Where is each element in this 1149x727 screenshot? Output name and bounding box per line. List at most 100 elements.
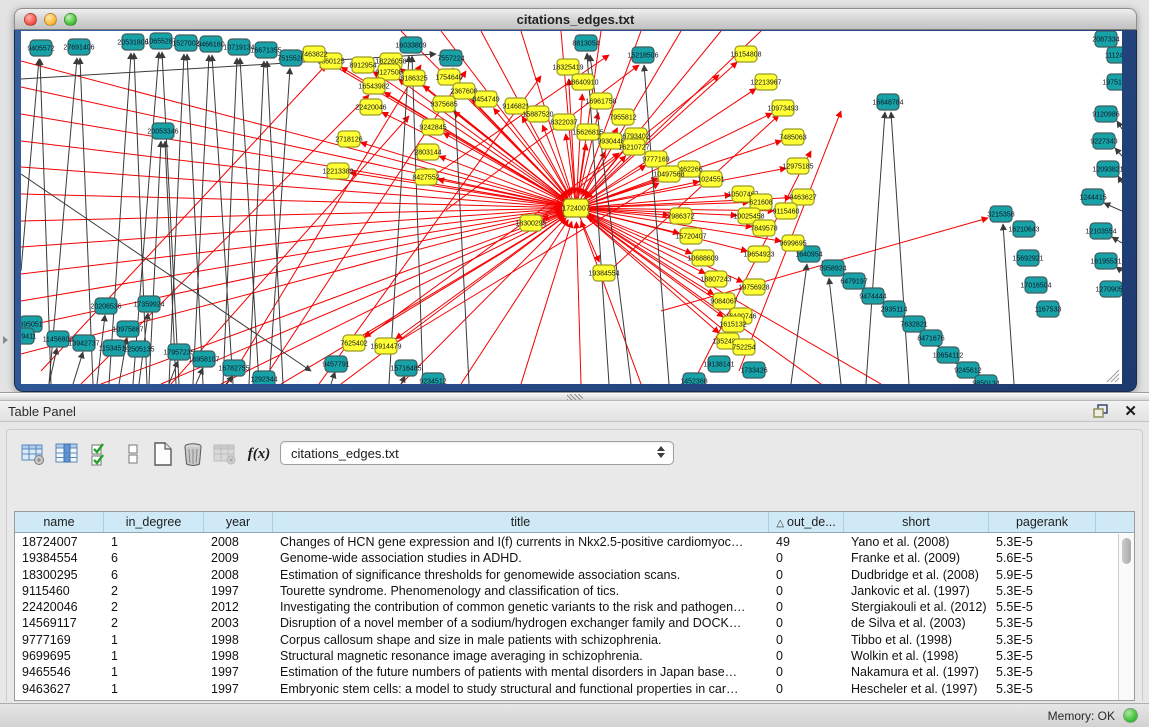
table-row[interactable]: 946554611997Estimation of the future num… [15, 664, 1117, 680]
column-header-year[interactable]: year [204, 512, 273, 532]
network-node[interactable]: 9777169 [642, 151, 669, 167]
hidden-panel-arrow-icon[interactable] [3, 336, 8, 344]
network-node[interactable]: 10654112 [933, 347, 964, 363]
scrollbar-thumb[interactable] [1122, 538, 1131, 564]
network-node[interactable]: 9405572 [27, 40, 54, 56]
horizontal-splitter[interactable] [0, 392, 1149, 401]
network-node[interactable]: 10497568 [653, 166, 684, 182]
table-cell[interactable]: Tibbo et al. (1998) [844, 632, 989, 648]
table-cell[interactable]: 1 [104, 681, 204, 697]
table-source-select[interactable]: citations_edges.txt [280, 441, 674, 465]
network-node[interactable]: 16782755 [218, 360, 249, 376]
network-node[interactable]: 7955812 [609, 109, 636, 125]
table-cell[interactable]: 9699695 [15, 648, 104, 664]
network-node[interactable]: 8186325 [400, 70, 427, 86]
table-cell[interactable]: Investigating the contribution of common… [273, 599, 769, 615]
table-cell[interactable]: 5.6E-5 [989, 550, 1096, 566]
table-cell[interactable]: 1 [104, 664, 204, 680]
network-node[interactable]: 1724007 [562, 199, 589, 217]
table-cell[interactable]: 2008 [204, 567, 273, 583]
table-row[interactable]: 911546021997Tourette syndrome. Phenomeno… [15, 583, 1117, 599]
table-cell[interactable]: 2012 [204, 599, 273, 615]
network-node[interactable]: 1292344 [250, 371, 277, 384]
column-header-pagerank[interactable]: pagerank [989, 512, 1096, 532]
table-cell[interactable]: 5.3E-5 [989, 632, 1096, 648]
table-cell[interactable]: 18724007 [15, 534, 104, 550]
network-node[interactable]: 12103554 [1085, 223, 1116, 239]
table-cell[interactable]: 6 [104, 567, 204, 583]
network-node[interactable]: 9699695 [779, 235, 806, 251]
table-cell[interactable]: Estimation of the future numbers of pati… [273, 664, 769, 680]
network-node[interactable]: 7557224 [437, 50, 464, 66]
edit-column-button[interactable] [53, 440, 81, 468]
table-row[interactable]: 1938455462009Genome-wide association stu… [15, 550, 1117, 566]
delete-table-button-disabled[interactable] [211, 440, 239, 468]
network-node[interactable]: 20531806 [117, 34, 148, 50]
network-node[interactable]: 7485063 [779, 129, 806, 145]
table-cell[interactable]: Changes of HCN gene expression and I(f) … [273, 534, 769, 550]
table-cell[interactable]: Hescheler et al. (1997) [844, 681, 989, 697]
delete-rows-button[interactable] [179, 440, 207, 468]
table-cell[interactable]: de Silva et al. (2003) [844, 615, 989, 631]
column-header-in_degree[interactable]: in_degree [104, 512, 204, 532]
vertical-scrollbar[interactable] [1118, 534, 1134, 700]
network-node[interactable]: 12213389 [322, 163, 353, 179]
network-node[interactable]: 13942737 [68, 335, 99, 351]
network-node[interactable]: 19384554 [588, 265, 619, 281]
table-cell[interactable]: 2 [104, 583, 204, 599]
network-node[interactable]: 9242845 [419, 119, 446, 135]
table-cell[interactable]: Wolkin et al. (1998) [844, 648, 989, 664]
network-node[interactable]: 12709056 [1095, 281, 1122, 297]
network-node[interactable]: 19654923 [743, 246, 774, 262]
select-all-rows-button[interactable] [87, 440, 115, 468]
network-node[interactable]: 2718126 [335, 131, 362, 147]
network-node[interactable]: 7625402 [340, 335, 367, 351]
table-row[interactable]: 1830029562008Estimation of significance … [15, 567, 1117, 583]
table-cell[interactable]: Tourette syndrome. Phenomenology and cla… [273, 583, 769, 599]
table-cell[interactable]: 9463627 [15, 681, 104, 697]
table-cell[interactable]: Yano et al. (2008) [844, 534, 989, 550]
network-node[interactable]: 9375685 [430, 96, 457, 112]
network-node[interactable]: 7849578 [750, 220, 777, 236]
network-node[interactable]: 18640910 [567, 74, 598, 90]
column-header-name[interactable]: name [15, 512, 104, 532]
network-node[interactable]: 16543982 [358, 78, 389, 94]
network-window[interactable]: citations_edges.txt 94055722769140620531… [14, 8, 1137, 392]
table-cell[interactable]: 49 [769, 534, 844, 550]
table-cell[interactable]: 1997 [204, 583, 273, 599]
table-cell[interactable]: 5.3E-5 [989, 583, 1096, 599]
network-node[interactable]: 18807243 [700, 271, 731, 287]
table-cell[interactable]: 14569117 [15, 615, 104, 631]
network-node[interactable]: 8454749 [472, 91, 499, 107]
table-cell[interactable]: 0 [769, 583, 844, 599]
table-cell[interactable]: 9115460 [15, 583, 104, 599]
table-cell[interactable]: Stergiakouli et al. (2012) [844, 599, 989, 615]
table-cell[interactable]: 2003 [204, 615, 273, 631]
table-cell[interactable]: 1 [104, 534, 204, 550]
resize-grip-icon[interactable] [1107, 370, 1119, 382]
table-cell[interactable]: Embryonic stem cells: a model to study s… [273, 681, 769, 697]
network-node[interactable]: 19756928 [738, 279, 769, 295]
network-node[interactable]: 16648784 [872, 94, 903, 110]
table-cell[interactable]: 1998 [204, 632, 273, 648]
network-node[interactable]: 9466160 [197, 36, 224, 52]
network-node[interactable]: 9850134 [972, 375, 999, 384]
table-cell[interactable]: 5.3E-5 [989, 534, 1096, 550]
memory-status-icon[interactable] [1123, 708, 1138, 723]
column-header-short[interactable]: short [844, 512, 989, 532]
network-node[interactable]: 19751074 [1102, 74, 1122, 90]
network-node[interactable]: 27691406 [63, 39, 94, 55]
network-node[interactable]: 8958924 [819, 260, 846, 276]
table-cell[interactable]: Disruption of a novel member of a sodium… [273, 615, 769, 631]
network-node[interactable]: 16961758 [585, 93, 616, 109]
network-node[interactable]: 9227343 [1090, 133, 1117, 149]
table-cell[interactable]: 6 [104, 550, 204, 566]
table-cell[interactable]: 2008 [204, 534, 273, 550]
table-cell[interactable]: 9465546 [15, 664, 104, 680]
network-node[interactable]: 9457791 [322, 356, 349, 372]
table-row[interactable]: 1456911722003Disruption of a novel membe… [15, 615, 1117, 631]
table-cell[interactable]: 5.9E-5 [989, 567, 1096, 583]
network-node[interactable]: 20206536 [90, 298, 121, 314]
float-panel-icon[interactable] [1093, 404, 1109, 419]
network-node[interactable]: 22420046 [355, 99, 386, 115]
